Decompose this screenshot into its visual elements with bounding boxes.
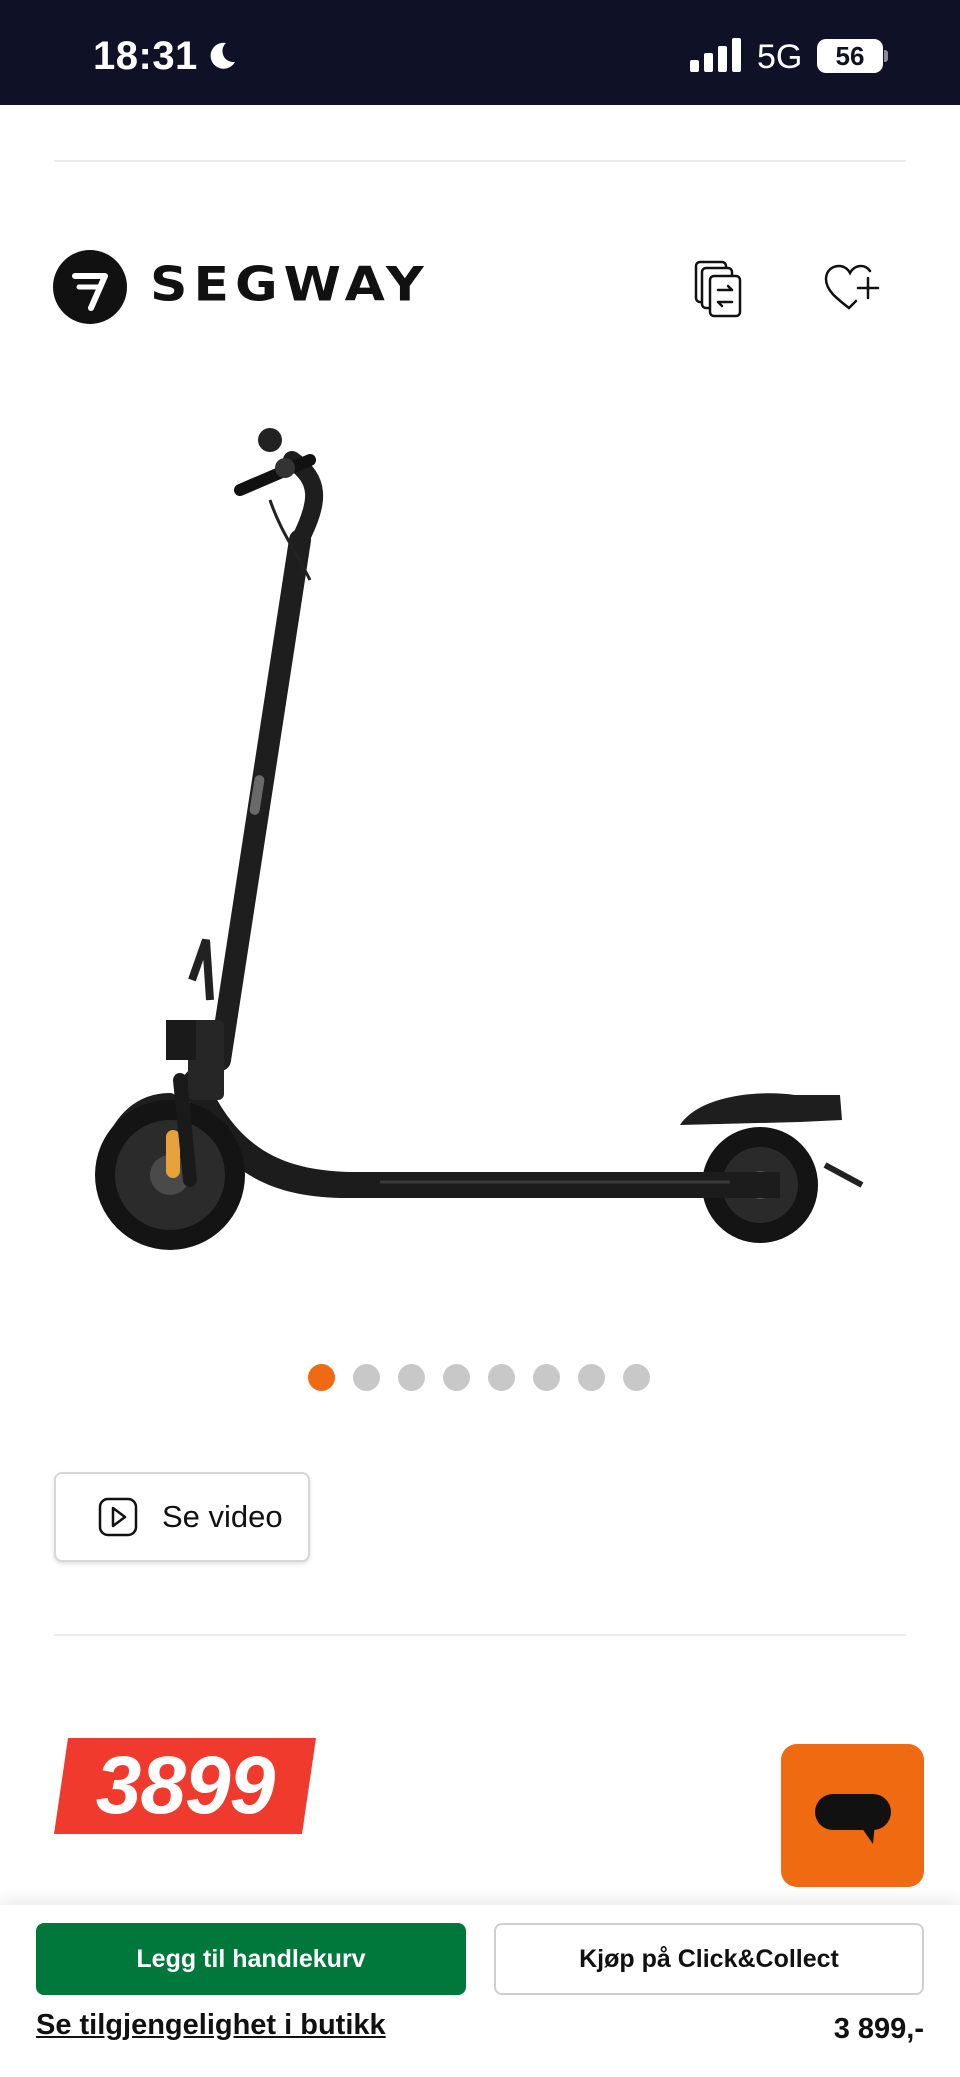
product-price: 3 899,- xyxy=(833,2013,924,2045)
segway-logo-icon xyxy=(53,250,127,324)
divider xyxy=(54,160,906,162)
carousel-dot-5[interactable] xyxy=(488,1364,515,1391)
status-bar: 18:31 5G 56 xyxy=(0,0,960,105)
carousel-dot-8[interactable] xyxy=(623,1364,650,1391)
click-collect-button[interactable]: Kjøp på Click&Collect xyxy=(494,1923,924,1995)
battery-indicator: 56 xyxy=(817,39,889,73)
carousel-dot-2[interactable] xyxy=(353,1364,380,1391)
divider xyxy=(54,1634,906,1636)
carousel-dot-3[interactable] xyxy=(398,1364,425,1391)
play-icon xyxy=(98,1497,138,1537)
brand-name: SEGWAY xyxy=(150,258,430,312)
carousel-dot-6[interactable] xyxy=(533,1364,560,1391)
bottom-action-bar: Legg til handlekurv Kjøp på Click&Collec… xyxy=(0,1905,960,2077)
chat-button[interactable] xyxy=(781,1744,924,1887)
carousel-dot-1[interactable] xyxy=(308,1364,335,1391)
add-to-cart-button[interactable]: Legg til handlekurv xyxy=(36,1923,466,1995)
battery-level: 56 xyxy=(817,39,883,73)
store-availability-link[interactable]: Se tilgjengelighet i butikk xyxy=(36,2009,386,2042)
add-to-wishlist-button[interactable] xyxy=(822,262,882,316)
watch-video-button[interactable]: Se video xyxy=(54,1472,310,1562)
signal-icon xyxy=(690,38,741,72)
status-time: 18:31 xyxy=(93,34,198,78)
carousel-dot-7[interactable] xyxy=(578,1364,605,1391)
compare-button[interactable] xyxy=(690,258,750,322)
compare-icon xyxy=(694,260,742,318)
network-type: 5G xyxy=(757,38,803,76)
chat-icon xyxy=(815,1794,891,1844)
carousel-pagination xyxy=(308,1364,650,1394)
heart-plus-icon xyxy=(824,264,880,310)
product-image-scooter[interactable] xyxy=(80,420,880,1270)
price-badge: 3899 xyxy=(54,1738,316,1834)
carousel-dot-4[interactable] xyxy=(443,1364,470,1391)
battery-cap xyxy=(884,50,888,62)
moon-icon xyxy=(210,42,235,69)
video-button-label: Se video xyxy=(162,1499,283,1534)
price-badge-value: 3899 xyxy=(95,1740,275,1831)
